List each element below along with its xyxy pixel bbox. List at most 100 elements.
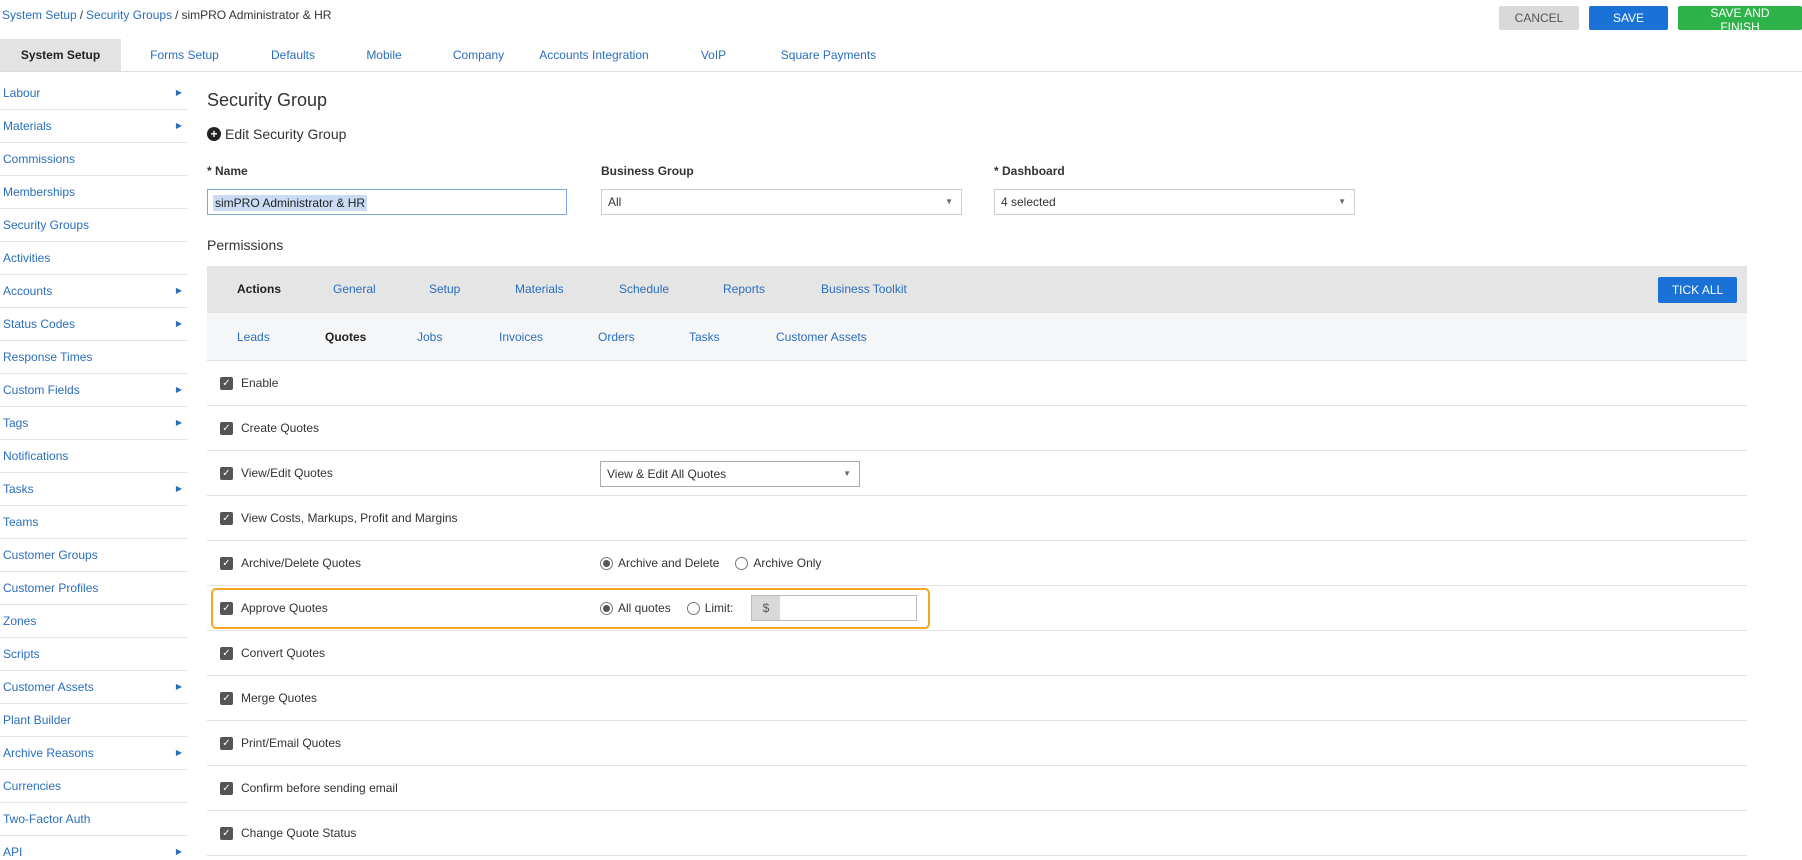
chevron-right-icon: ▶	[175, 286, 182, 295]
category-tab-setup[interactable]: Setup	[429, 266, 460, 313]
tick-all-button[interactable]: TICK ALL	[1658, 277, 1737, 303]
sidebar-item-commissions[interactable]: Commissions	[0, 143, 188, 176]
sub-tab-orders[interactable]: Orders	[598, 313, 635, 361]
sidebar-item-teams[interactable]: Teams	[0, 506, 188, 539]
sidebar-item-label: Custom Fields	[3, 383, 80, 397]
sidebar-item-security-groups[interactable]: Security Groups	[0, 209, 188, 242]
sidebar-item-label: Security Groups	[3, 218, 90, 232]
save-and-finish-button[interactable]: SAVE AND FINISH	[1678, 6, 1802, 34]
name-label: * Name	[207, 164, 248, 178]
category-tab-reports[interactable]: Reports	[723, 266, 765, 313]
sub-tab-jobs[interactable]: Jobs	[417, 313, 442, 361]
sub-tab-customer-assets[interactable]: Customer Assets	[776, 313, 867, 361]
sidebar-item-label: Scripts	[3, 647, 40, 661]
sidebar-item-tasks[interactable]: Tasks ▶	[0, 473, 188, 506]
breadcrumb-system-setup[interactable]: System Setup	[2, 8, 77, 22]
cancel-button[interactable]: CANCEL	[1499, 6, 1579, 30]
category-tab-materials[interactable]: Materials	[515, 266, 564, 313]
name-input[interactable]: simPRO Administrator & HR	[207, 189, 567, 215]
permission-checkbox[interactable]: ✓	[220, 737, 233, 750]
edit-section-label: Edit Security Group	[225, 126, 347, 142]
sidebar-item-zones[interactable]: Zones	[0, 605, 188, 638]
chevron-down-icon: ▼	[843, 469, 851, 478]
breadcrumb-security-groups[interactable]: Security Groups	[86, 8, 172, 22]
sub-tab-invoices[interactable]: Invoices	[499, 313, 543, 361]
sidebar-item-archive-reasons[interactable]: Archive Reasons ▶	[0, 737, 188, 770]
permission-checkbox[interactable]: ✓	[220, 512, 233, 525]
tab-voip[interactable]: VoIP	[661, 39, 766, 71]
permission-row-confirm-before-sending-email: ✓ Confirm before sending email	[207, 766, 1747, 811]
permission-checkbox[interactable]: ✓	[220, 602, 233, 615]
tab-defaults[interactable]: Defaults	[248, 39, 338, 71]
radio-archive-and-delete[interactable]	[600, 556, 613, 570]
tab-company[interactable]: Company	[430, 39, 527, 71]
permission-checkbox[interactable]: ✓	[220, 692, 233, 705]
sidebar-item-customer-assets[interactable]: Customer Assets ▶	[0, 671, 188, 704]
sidebar-item-customer-profiles[interactable]: Customer Profiles	[0, 572, 188, 605]
sidebar-item-tags[interactable]: Tags ▶	[0, 407, 188, 440]
sidebar-item-response-times[interactable]: Response Times	[0, 341, 188, 374]
radio-limit[interactable]	[686, 601, 700, 615]
permission-label: Confirm before sending email	[241, 781, 398, 795]
radio-all-quotes[interactable]	[600, 601, 613, 615]
sidebar-item-status-codes[interactable]: Status Codes ▶	[0, 308, 188, 341]
sidebar-item-currencies[interactable]: Currencies	[0, 770, 188, 803]
sidebar-item-notifications[interactable]: Notifications	[0, 440, 188, 473]
permission-label: Merge Quotes	[241, 691, 318, 705]
permission-label: Enable	[241, 376, 279, 390]
category-tab-actions[interactable]: Actions	[237, 266, 281, 313]
permission-checkbox[interactable]: ✓	[220, 782, 233, 795]
sidebar-item-labour[interactable]: Labour ▶	[0, 77, 188, 110]
sidebar-item-memberships[interactable]: Memberships	[0, 176, 188, 209]
tab-system-setup[interactable]: System Setup	[0, 39, 121, 71]
tab-mobile[interactable]: Mobile	[338, 39, 430, 71]
sidebar-item-plant-builder[interactable]: Plant Builder	[0, 704, 188, 737]
sidebar-item-label: Two-Factor Auth	[3, 812, 91, 826]
sidebar-item-materials[interactable]: Materials ▶	[0, 110, 188, 143]
permission-row-approve-quotes: ✓ Approve Quotes All quotes Limit: $	[207, 586, 1747, 631]
permission-checkbox[interactable]: ✓	[220, 467, 233, 480]
permission-row-enable: ✓ Enable	[207, 361, 1747, 406]
permission-checkbox[interactable]: ✓	[220, 557, 233, 570]
save-button[interactable]: SAVE	[1589, 6, 1668, 30]
sub-tab-tasks[interactable]: Tasks	[689, 313, 720, 361]
limit-amount-input[interactable]: $	[751, 595, 917, 621]
category-tab-schedule[interactable]: Schedule	[619, 266, 669, 313]
sidebar-item-accounts[interactable]: Accounts ▶	[0, 275, 188, 308]
category-tab-business-toolkit[interactable]: Business Toolkit	[821, 266, 907, 313]
permission-checkbox[interactable]: ✓	[220, 377, 233, 390]
permission-label: Create Quotes	[241, 421, 320, 435]
sidebar-item-label: Labour	[3, 86, 41, 100]
radio-label: Limit:	[704, 601, 734, 615]
sidebar-item-activities[interactable]: Activities	[0, 242, 188, 275]
sub-tab-quotes[interactable]: Quotes	[325, 313, 366, 361]
chevron-right-icon: ▶	[175, 484, 182, 493]
dashboard-select[interactable]: 4 selected ▼	[994, 189, 1355, 215]
permission-checkbox[interactable]: ✓	[220, 422, 233, 435]
permission-label: Convert Quotes	[241, 646, 326, 660]
sidebar-item-api[interactable]: API ▶	[0, 836, 188, 860]
chevron-right-icon: ▶	[175, 319, 182, 328]
radio-archive-only[interactable]	[735, 556, 749, 570]
breadcrumb-current: simPRO Administrator & HR	[181, 8, 332, 22]
sidebar-item-two-factor-auth[interactable]: Two-Factor Auth	[0, 803, 188, 836]
sub-tab-leads[interactable]: Leads	[237, 313, 270, 361]
sidebar-item-scripts[interactable]: Scripts	[0, 638, 188, 671]
permission-row-print-email-quotes: ✓ Print/Email Quotes	[207, 721, 1747, 766]
permission-checkbox[interactable]: ✓	[220, 647, 233, 660]
chevron-right-icon: ▶	[175, 385, 182, 394]
quote-view-scope-select[interactable]: View & Edit All Quotes ▼	[600, 461, 860, 487]
permission-label: Change Quote Status	[241, 826, 357, 840]
tab-square-payments[interactable]: Square Payments	[766, 39, 891, 71]
business-group-select[interactable]: All ▼	[601, 189, 962, 215]
radio-group: All quotes Limit:	[600, 601, 749, 615]
sidebar-item-custom-fields[interactable]: Custom Fields ▶	[0, 374, 188, 407]
tab-forms-setup[interactable]: Forms Setup	[121, 39, 248, 71]
tab-accounts-integration[interactable]: Accounts Integration	[527, 39, 661, 71]
permission-label: View Costs, Markups, Profit and Margins	[241, 511, 458, 525]
permission-checkbox[interactable]: ✓	[220, 827, 233, 840]
chevron-right-icon: ▶	[175, 121, 182, 130]
category-tab-general[interactable]: General	[333, 266, 376, 313]
radio-label: Archive Only	[753, 556, 822, 570]
sidebar-item-customer-groups[interactable]: Customer Groups	[0, 539, 188, 572]
